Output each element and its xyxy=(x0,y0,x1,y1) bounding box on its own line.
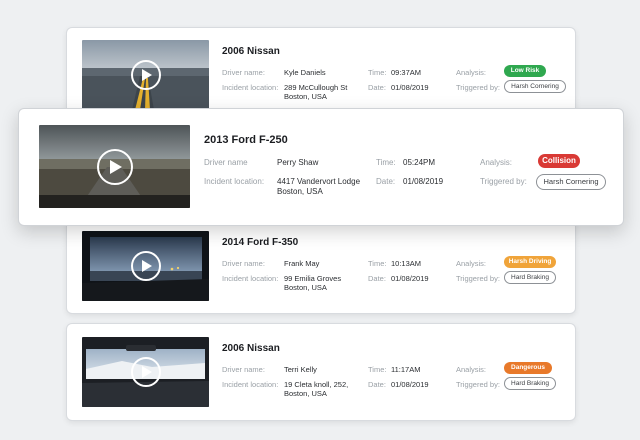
location-value: 19 Cleta knoll, 252, Boston, USA xyxy=(284,380,349,399)
date-value: 01/08/2019 xyxy=(391,274,429,283)
trigger-tag: Harsh Cornering xyxy=(504,80,566,93)
analysis-label: Analysis: xyxy=(456,259,487,268)
triggered-label: Triggered by: xyxy=(456,380,500,389)
triggered-label: Triggered by: xyxy=(480,177,527,186)
driver-label: Driver name xyxy=(204,158,248,167)
video-thumbnail[interactable] xyxy=(82,231,209,301)
play-icon xyxy=(141,260,152,272)
date-label: Date: xyxy=(368,83,386,92)
trigger-tag: Hard Braking xyxy=(504,271,556,284)
analysis-label: Analysis: xyxy=(456,365,487,374)
driver-label: Driver name: xyxy=(222,365,265,374)
location-value: 289 McCullough St Boston, USA xyxy=(284,83,348,102)
analysis-label: Analysis: xyxy=(456,68,487,77)
video-thumbnail[interactable] xyxy=(82,337,209,407)
time-label: Time: xyxy=(376,158,396,167)
time-label: Time: xyxy=(368,259,387,268)
location-label: Incident location: xyxy=(222,83,279,92)
location-label: Incident location: xyxy=(222,274,279,283)
trigger-tag: Harsh Cornering xyxy=(536,174,606,190)
driver-label: Driver name: xyxy=(222,68,265,77)
play-icon xyxy=(141,69,152,81)
triggered-label: Triggered by: xyxy=(456,83,500,92)
vehicle-name: 2014 Ford F-350 xyxy=(222,237,299,248)
triggered-label: Triggered by: xyxy=(456,274,500,283)
analysis-badge: Collision xyxy=(538,154,580,168)
trigger-tag: Hard Braking xyxy=(504,377,556,390)
vehicle-name: 2006 Nissan xyxy=(222,46,280,57)
location-label: Incident location: xyxy=(222,380,279,389)
driver-value: Perry Shaw xyxy=(277,158,319,167)
vehicle-name: 2006 Nissan xyxy=(222,343,280,354)
driver-value: Kyle Daniels xyxy=(284,68,326,77)
analysis-badge: Harsh Driving xyxy=(504,256,556,268)
date-label: Date: xyxy=(376,177,396,186)
play-button[interactable] xyxy=(130,60,161,90)
incident-card-featured[interactable]: 2013 Ford F-250 Driver name Perry Shaw I… xyxy=(18,108,624,226)
time-value: 10:13AM xyxy=(391,259,422,268)
time-label: Time: xyxy=(368,68,387,77)
incident-card[interactable]: 2014 Ford F-350 Driver name: Frank May I… xyxy=(66,218,576,314)
incident-card[interactable]: 2006 Nissan Driver name: Terri Kelly Inc… xyxy=(66,323,576,421)
time-value: 05:24PM xyxy=(403,158,436,167)
analysis-label: Analysis: xyxy=(480,158,513,167)
time-value: 09:37AM xyxy=(391,68,422,77)
vehicle-name: 2013 Ford F-250 xyxy=(204,134,288,146)
date-value: 01/08/2019 xyxy=(391,380,429,389)
time-label: Time: xyxy=(368,365,387,374)
analysis-badge: Dangerous xyxy=(504,362,552,374)
date-value: 01/08/2019 xyxy=(403,177,444,186)
date-value: 01/08/2019 xyxy=(391,83,429,92)
location-label: Incident location: xyxy=(204,177,265,186)
play-button[interactable] xyxy=(130,251,161,281)
date-label: Date: xyxy=(368,380,386,389)
analysis-badge: Low Risk xyxy=(504,65,546,77)
date-label: Date: xyxy=(368,274,386,283)
location-value: 4417 Vandervort Lodge Boston, USA xyxy=(277,177,361,196)
video-thumbnail[interactable] xyxy=(82,40,209,110)
play-icon xyxy=(141,366,152,378)
driver-value: Frank May xyxy=(284,259,320,268)
play-button[interactable] xyxy=(130,357,161,387)
play-button[interactable] xyxy=(96,148,133,185)
time-value: 11:17AM xyxy=(391,365,421,374)
play-icon xyxy=(109,159,122,174)
driver-value: Terri Kelly xyxy=(284,365,317,374)
driver-label: Driver name: xyxy=(222,259,265,268)
video-thumbnail[interactable] xyxy=(39,125,190,208)
location-value: 99 Emilia Groves Boston, USA xyxy=(284,274,342,293)
